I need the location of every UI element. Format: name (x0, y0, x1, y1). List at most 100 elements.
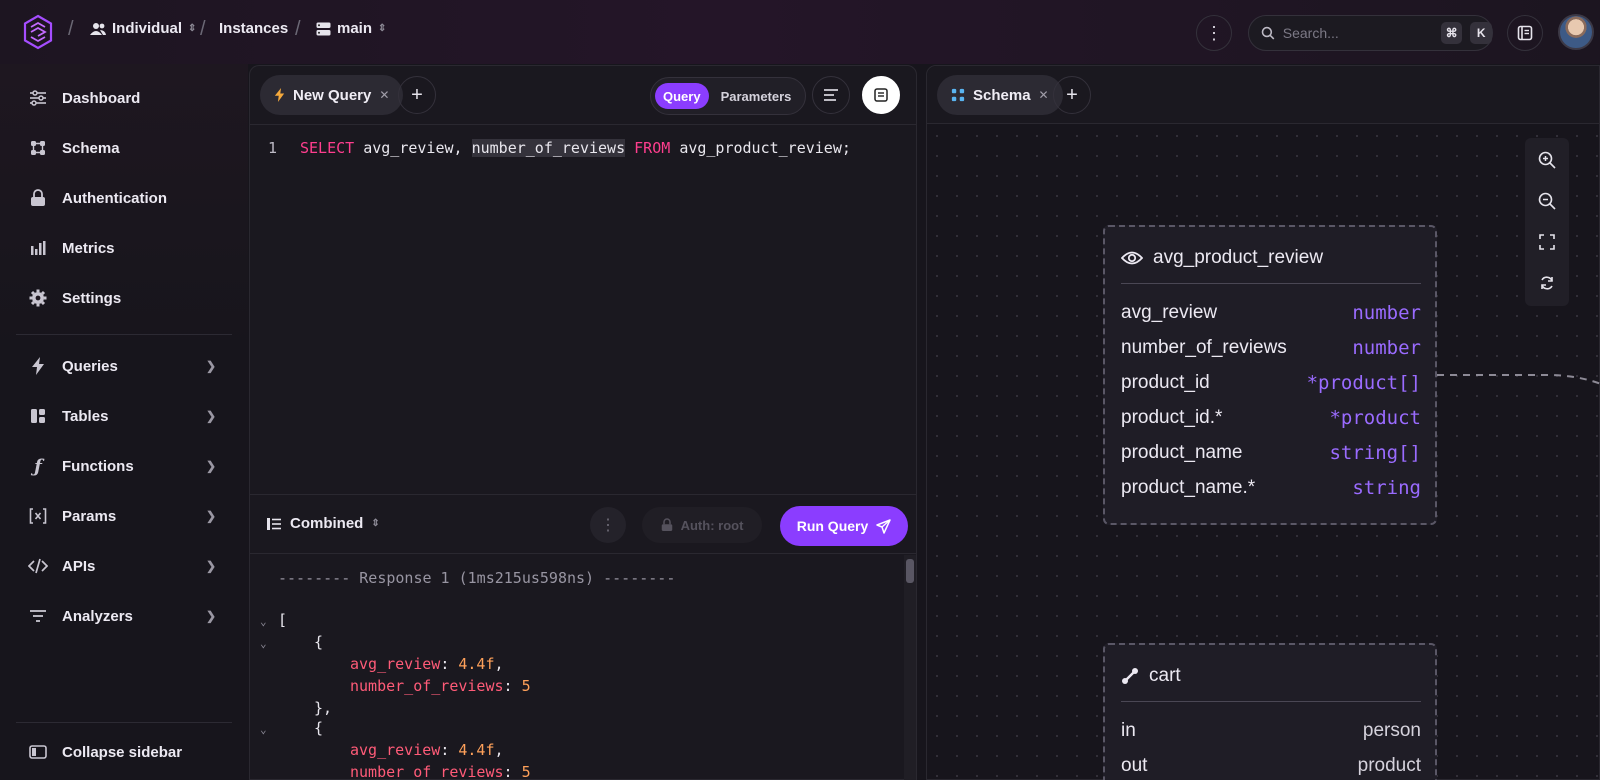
sidebar-item-label: Metrics (62, 239, 115, 257)
query-output[interactable]: -------- Response 1 (1ms215us598ns) ----… (250, 555, 910, 780)
zoom-controls (1525, 138, 1569, 306)
keyword-from: FROM (634, 139, 671, 157)
schema-tab-bar: Schema ✕ + (927, 66, 1599, 124)
params-icon (28, 506, 48, 526)
schema-field: number_of_reviews number (1121, 337, 1421, 359)
tab-label: New Query (293, 86, 372, 104)
mode-parameters-button[interactable]: Parameters (713, 83, 800, 109)
fold-icon[interactable]: ⌄ (260, 723, 267, 736)
sidebar-item-metrics[interactable]: Metrics (16, 228, 232, 268)
json-open-brace: { (314, 719, 324, 737)
tab-new-query[interactable]: New Query ✕ (260, 75, 404, 115)
sidebar-item-authentication[interactable]: Authentication (16, 178, 232, 218)
results-toolbar: Combined ⇕ ⋮ Auth: root Run Query (250, 494, 916, 554)
breadcrumb-separator: / (200, 18, 206, 40)
sidebar-item-label: Queries (62, 357, 118, 375)
sidebar-item-dashboard[interactable]: Dashboard (16, 78, 232, 118)
filter-icon (28, 606, 48, 626)
query-code-line[interactable]: SELECT avg_review, number_of_reviews FRO… (300, 139, 851, 157)
field-name: avg_review (1121, 302, 1218, 323)
format-query-button[interactable] (812, 76, 850, 114)
add-schema-tab-button[interactable]: + (1053, 76, 1091, 114)
refresh-layout-button[interactable] (1531, 267, 1563, 299)
more-options-button[interactable]: ⋮ (1196, 15, 1232, 51)
search-icon (1261, 26, 1275, 40)
sidebar-item-settings[interactable]: Settings (16, 278, 232, 318)
branch-selector[interactable]: main ⇕ (316, 20, 386, 37)
scrollbar-thumb[interactable] (906, 559, 914, 583)
schema-panel: Schema ✕ + avg_product_review avg_review… (926, 65, 1600, 780)
vertical-dots-icon: ⋮ (1205, 23, 1223, 43)
schema-icon (28, 138, 48, 158)
chevron-right-icon: ❯ (205, 359, 216, 373)
node-title: cart (1121, 665, 1181, 687)
schema-field: out product (1121, 755, 1421, 777)
code-field-2: number_of_reviews (471, 139, 626, 157)
schema-field: product_id *product[] (1121, 372, 1421, 394)
keyword-select: SELECT (300, 139, 355, 157)
mode-toggle: Query Parameters (650, 77, 806, 115)
plus-icon: + (411, 83, 423, 106)
chevron-updown-icon: ⇕ (378, 23, 387, 34)
json-row: number_of_reviews: 5 (350, 763, 531, 780)
user-avatar[interactable] (1558, 14, 1594, 50)
sidebar-item-functions[interactable]: ƒ Functions ❯ (16, 446, 232, 486)
tab-schema[interactable]: Schema ✕ (937, 75, 1063, 115)
node-title: avg_product_review (1121, 247, 1323, 269)
run-query-button[interactable]: Run Query (780, 506, 908, 546)
json-key: number_of_reviews (350, 763, 504, 780)
sidebar-divider (16, 334, 232, 335)
schema-node-avg-product-review[interactable]: avg_product_review avg_review number numb… (1103, 225, 1437, 525)
node-divider (1121, 283, 1421, 284)
search-box[interactable]: ⌘ K (1248, 15, 1493, 51)
auth-button[interactable]: Auth: root (642, 507, 762, 543)
surreal-logo-icon[interactable] (22, 14, 54, 50)
results-options-button[interactable]: ⋮ (590, 507, 626, 543)
workspace-selector[interactable]: Individual ⇕ (90, 20, 196, 37)
sidebar-item-schema[interactable]: Schema (16, 128, 232, 168)
zoom-in-button[interactable] (1531, 144, 1563, 176)
dashboard-icon (28, 88, 48, 108)
code-field-1: avg_review, (363, 139, 472, 157)
mode-query-button[interactable]: Query (655, 83, 709, 109)
json-row: number_of_reviews: 5 (350, 677, 531, 695)
sidebar-item-apis[interactable]: APIs ❯ (16, 546, 232, 586)
plus-icon: + (1066, 83, 1078, 106)
search-input[interactable] (1282, 25, 1433, 41)
schema-node-cart[interactable]: cart in person out product (1103, 643, 1437, 780)
zoom-out-button[interactable] (1531, 185, 1563, 217)
list-icon (874, 88, 888, 102)
output-scrollbar[interactable] (904, 555, 916, 780)
result-mode-selector[interactable]: Combined ⇕ (266, 515, 380, 532)
sidebar-item-params[interactable]: Params ❯ (16, 496, 232, 536)
breadcrumb-instances[interactable]: Instances (219, 20, 288, 37)
chevron-right-icon: ❯ (205, 609, 216, 623)
fold-icon[interactable]: ⌄ (260, 615, 267, 628)
lightning-icon (28, 356, 48, 376)
fit-view-button[interactable] (1531, 226, 1563, 258)
field-type: *product[] (1306, 372, 1421, 394)
sidebar-item-analyzers[interactable]: Analyzers ❯ (16, 596, 232, 636)
fold-icon[interactable]: ⌄ (260, 637, 267, 650)
docs-button[interactable] (1507, 15, 1543, 51)
send-icon (876, 518, 892, 534)
sidebar-item-queries[interactable]: Queries ❯ (16, 346, 232, 386)
toggle-results-button[interactable] (862, 76, 900, 114)
close-icon[interactable]: ✕ (379, 88, 389, 102)
sidebar-item-label: Tables (62, 407, 109, 425)
chevron-right-icon: ❯ (205, 459, 216, 473)
sidebar-item-label: Settings (62, 289, 122, 307)
shortcut-mod-key: ⌘ (1440, 22, 1463, 44)
fullscreen-icon (1539, 234, 1555, 250)
code-editor[interactable]: 1 SELECT avg_review, number_of_reviews F… (250, 124, 916, 494)
add-query-tab-button[interactable]: + (398, 76, 436, 114)
schema-field: in person (1121, 720, 1421, 742)
sidebar-item-label: Schema (62, 139, 120, 157)
bar-chart-icon (28, 238, 48, 258)
shortcut-k-key: K (1470, 22, 1493, 44)
collapse-sidebar-button[interactable]: Collapse sidebar (16, 732, 232, 772)
gear-icon (28, 288, 48, 308)
close-icon[interactable]: ✕ (1039, 88, 1049, 102)
sidebar-item-tables[interactable]: Tables ❯ (16, 396, 232, 436)
lock-icon (661, 518, 672, 531)
